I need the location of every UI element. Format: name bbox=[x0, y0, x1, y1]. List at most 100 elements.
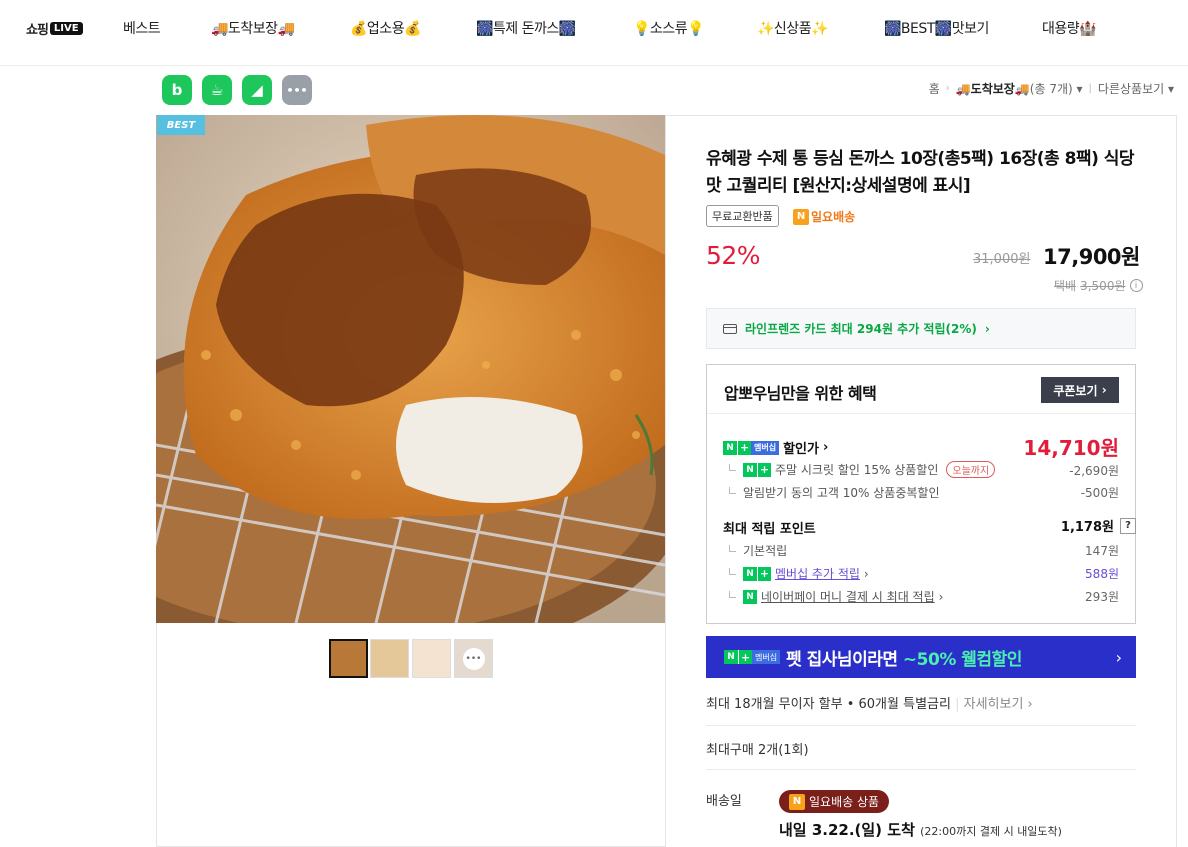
original-price: 31,000원 bbox=[973, 252, 1031, 267]
points-title: 최대 적립 포인트 bbox=[723, 522, 816, 537]
thumbnail-3[interactable] bbox=[412, 639, 451, 678]
sunday-delivery-label: 일요배송 bbox=[811, 210, 856, 224]
sunday-delivery-badge-text: 일요배송 상품 bbox=[809, 795, 880, 809]
membership-badge-text: 멤버십 bbox=[752, 650, 781, 664]
credit-card-icon bbox=[723, 323, 737, 334]
pet-banner-prefix: 펫 집사님이라면 bbox=[786, 649, 903, 670]
pet-banner-text: 펫 집사님이라면 ~50% 웰컴할인 bbox=[786, 645, 1022, 670]
nav-item-arrival-guarantee[interactable]: 🚚도착보장🚚 bbox=[211, 18, 295, 38]
naver-n-icon: N bbox=[793, 208, 809, 225]
nav-item-special-donkatsu[interactable]: 🎆특제 돈까스🎆 bbox=[476, 18, 576, 38]
blog-share-icon[interactable]: b bbox=[162, 75, 192, 105]
max-purchase: 최대구매 2개(1회) bbox=[706, 743, 809, 758]
band-icon-glyph: ◢ bbox=[251, 81, 263, 99]
shipping-fee-value: 3,500원 bbox=[1080, 279, 1126, 293]
shipping-fee: 택배 3,500원 i bbox=[1054, 277, 1143, 294]
breadcrumb-home[interactable]: 홈 bbox=[929, 80, 940, 97]
shopping-live-logo[interactable]: 쇼핑 LIVE bbox=[26, 19, 83, 38]
card-promo-banner[interactable]: 라인프렌즈 카드 최대 294원 추가 적립(2%) › bbox=[706, 308, 1136, 349]
thumbnail-2[interactable] bbox=[370, 639, 409, 678]
naver-plus-icon: N + bbox=[743, 462, 771, 477]
breadcrumb-separator-icon: › bbox=[945, 83, 950, 94]
membership-points-label: 멤버십 추가 적립 bbox=[775, 567, 860, 581]
coupon-view-button[interactable]: 쿠폰보기 › bbox=[1041, 377, 1119, 403]
more-icon-glyph: ••• bbox=[286, 83, 308, 97]
membership-points-row[interactable]: N + 멤버십 추가 적립 › bbox=[729, 565, 869, 582]
chevron-right-icon: › bbox=[822, 440, 829, 455]
top-navigation: 쇼핑 LIVE 베스트 🚚도착보장🚚 💰업소용💰 🎆특제 돈까스🎆 💡소스류💡 … bbox=[0, 0, 1188, 66]
member-price-row[interactable]: N + 멤버십 할인가 › bbox=[723, 438, 828, 457]
sunday-delivery-tag: N 일요배송 bbox=[793, 208, 855, 225]
naverpay-points-row[interactable]: N 네이버페이 머니 결제 시 최대 적립 › bbox=[729, 588, 943, 605]
chevron-right-icon: › bbox=[1115, 647, 1122, 667]
info-icon[interactable]: i bbox=[1129, 279, 1143, 292]
installment-text: 최대 18개월 무이자 할부 • 60개월 특별금리 bbox=[706, 697, 951, 712]
cafe-share-icon[interactable]: ☕ bbox=[202, 75, 232, 105]
weekend-discount-row: N + 주말 시크릿 할인 15% 상품할인 오늘까지 bbox=[729, 461, 996, 478]
band-share-icon[interactable]: ◢ bbox=[242, 75, 272, 105]
naver-plus-icon: N + bbox=[743, 566, 771, 581]
points-total-value: 1,178원 bbox=[1060, 520, 1114, 535]
benefit-divider bbox=[707, 413, 1135, 414]
basic-points-label: 기본적립 bbox=[743, 544, 788, 558]
sunday-delivery-badge: N 일요배송 상품 bbox=[779, 790, 890, 813]
product-image[interactable] bbox=[156, 115, 665, 623]
points-total: 1,178원 ? bbox=[1061, 516, 1136, 535]
tree-branch-icon bbox=[729, 545, 736, 552]
membership-badge-text: 멤버십 bbox=[751, 440, 780, 455]
nav-item-new[interactable]: ✨신상품✨ bbox=[757, 18, 829, 38]
card-promo-text: 라인프렌즈 카드 최대 294원 추가 적립(2%) bbox=[745, 322, 977, 336]
divider bbox=[706, 769, 1136, 770]
installment-info: 최대 18개월 무이자 할부 • 60개월 특별금리 | 자세히보기 › bbox=[706, 697, 1033, 712]
weekend-discount-label: 주말 시크릿 할인 15% 상품할인 bbox=[775, 463, 939, 477]
logo-text: 쇼핑 bbox=[26, 23, 49, 38]
blog-icon-glyph: b bbox=[171, 81, 183, 99]
breadcrumb: 홈 › 🚚도착보장🚚(총 7개) ▾ | 다른상품보기 ▾ bbox=[929, 80, 1174, 97]
member-price: 14,710원 bbox=[1023, 436, 1119, 460]
sale-price: 17,900원 bbox=[1043, 245, 1140, 269]
breadcrumb-count: (총 7개) bbox=[1029, 82, 1073, 96]
thumbnail-more[interactable]: ••• bbox=[454, 639, 493, 678]
weekend-discount-value: -2,690원 bbox=[1069, 464, 1119, 478]
basic-points-row: 기본적립 bbox=[729, 542, 787, 559]
chevron-right-icon: › bbox=[938, 589, 944, 604]
breadcrumb-category-label: 🚚도착보장🚚 bbox=[955, 82, 1030, 96]
membership-points-value: 588원 bbox=[1085, 567, 1119, 581]
thumbnail-1[interactable] bbox=[329, 639, 368, 678]
chevron-right-icon: › bbox=[863, 566, 869, 581]
nav-item-business[interactable]: 💰업소용💰 bbox=[350, 18, 422, 38]
member-price-label: 할인가 bbox=[783, 442, 819, 457]
other-products-link[interactable]: 다른상품보기 ▾ bbox=[1098, 80, 1174, 97]
naverpay-points-value: 293원 bbox=[1085, 590, 1119, 604]
alarm-discount-value: -500원 bbox=[1080, 486, 1119, 500]
more-icon: ••• bbox=[462, 647, 485, 670]
nav-item-bulk[interactable]: 대용량🏰 bbox=[1042, 18, 1097, 38]
benefit-title: 압뽀우님만을 위한 혜택 bbox=[724, 384, 877, 403]
naverpay-icon: N bbox=[743, 589, 757, 604]
donkatsu-photo bbox=[156, 115, 665, 623]
more-share-icon[interactable]: ••• bbox=[282, 75, 312, 105]
delivery-date-note: (22:00까지 결제 시 내일도착) bbox=[920, 825, 1062, 838]
other-products-label: 다른상품보기 bbox=[1097, 82, 1165, 96]
nav-item-best-taste[interactable]: 🎆BEST🎆맛보기 bbox=[884, 18, 989, 38]
tree-branch-icon bbox=[729, 568, 736, 575]
pet-welcome-banner[interactable]: N + 멤버십 펫 집사님이라면 ~50% 웰컴할인 › bbox=[706, 636, 1136, 678]
naverpay-points-label: 네이버페이 머니 결제 시 최대 적립 bbox=[761, 590, 935, 604]
shipping-label: 배송일 bbox=[706, 794, 742, 809]
tree-branch-icon bbox=[729, 591, 736, 598]
coupon-view-label: 쿠폰보기 bbox=[1053, 383, 1098, 398]
basic-points-value: 147원 bbox=[1085, 544, 1119, 558]
naver-plus-membership-icon: N + 멤버십 bbox=[723, 440, 780, 455]
installment-more-link[interactable]: 자세히보기 › bbox=[964, 697, 1033, 712]
free-exchange-tag: 무료교환반품 bbox=[706, 205, 779, 227]
help-icon[interactable]: ? bbox=[1120, 517, 1136, 534]
delivery-date-text: 내일 3.22.(일) 도착 bbox=[779, 821, 915, 839]
nav-item-sauce[interactable]: 💡소스류💡 bbox=[633, 18, 705, 38]
discount-rate: 52% bbox=[706, 241, 761, 270]
divider bbox=[706, 725, 1136, 726]
nav-item-best[interactable]: 베스트 bbox=[123, 18, 161, 38]
breadcrumb-category[interactable]: 🚚도착보장🚚(총 7개) ▾ bbox=[956, 80, 1083, 97]
product-title: 유혜광 수제 통 등심 돈까스 10장(총5팩) 16장(총 8팩) 식당맛 고… bbox=[706, 149, 1135, 196]
pet-banner-highlight: ~50% 웰컴할인 bbox=[902, 649, 1022, 670]
delivery-date: 내일 3.22.(일) 도착 (22:00까지 결제 시 내일도착) bbox=[779, 819, 1062, 840]
